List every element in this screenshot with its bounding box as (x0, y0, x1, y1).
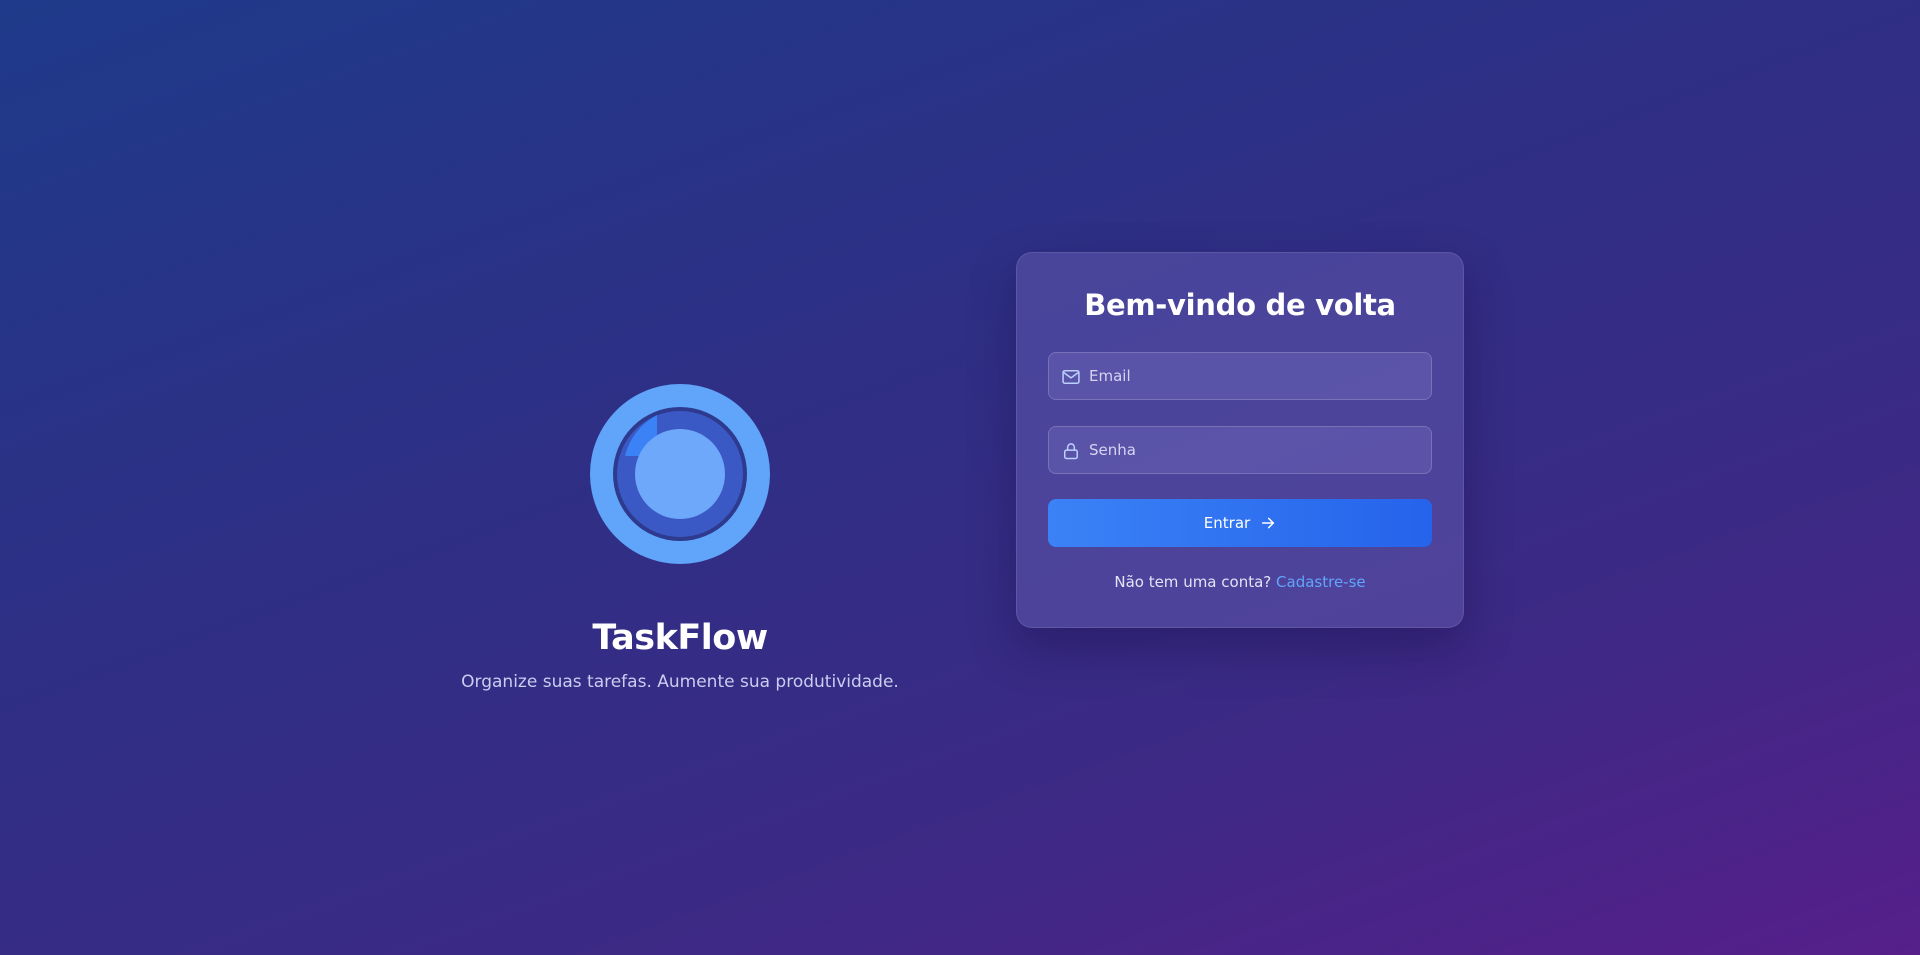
brand-panel: TaskFlow Organize suas tarefas. Aumente … (440, 384, 920, 692)
taskflow-logo-icon (590, 384, 770, 564)
signup-prompt-text: Não tem uma conta? (1114, 573, 1272, 591)
password-input[interactable] (1089, 427, 1421, 473)
signup-link[interactable]: Cadastre-se (1276, 573, 1366, 591)
login-button[interactable]: Entrar (1048, 499, 1432, 547)
login-title: Bem-vindo de volta (1084, 288, 1396, 322)
brand-title: TaskFlow (592, 618, 768, 658)
login-button-label: Entrar (1203, 514, 1251, 532)
email-input[interactable] (1089, 353, 1421, 399)
brand-tagline: Organize suas tarefas. Aumente sua produ… (461, 672, 899, 692)
password-field[interactable] (1048, 426, 1432, 474)
email-field[interactable] (1048, 352, 1432, 400)
mail-icon (1062, 370, 1080, 384)
arrow-right-icon (1262, 517, 1275, 529)
login-card: Bem-vindo de volta Entrar Não tem uma co… (1016, 252, 1464, 628)
lock-icon (1064, 443, 1078, 460)
signup-prompt: Não tem uma conta? Cadastre-se (1048, 573, 1432, 591)
